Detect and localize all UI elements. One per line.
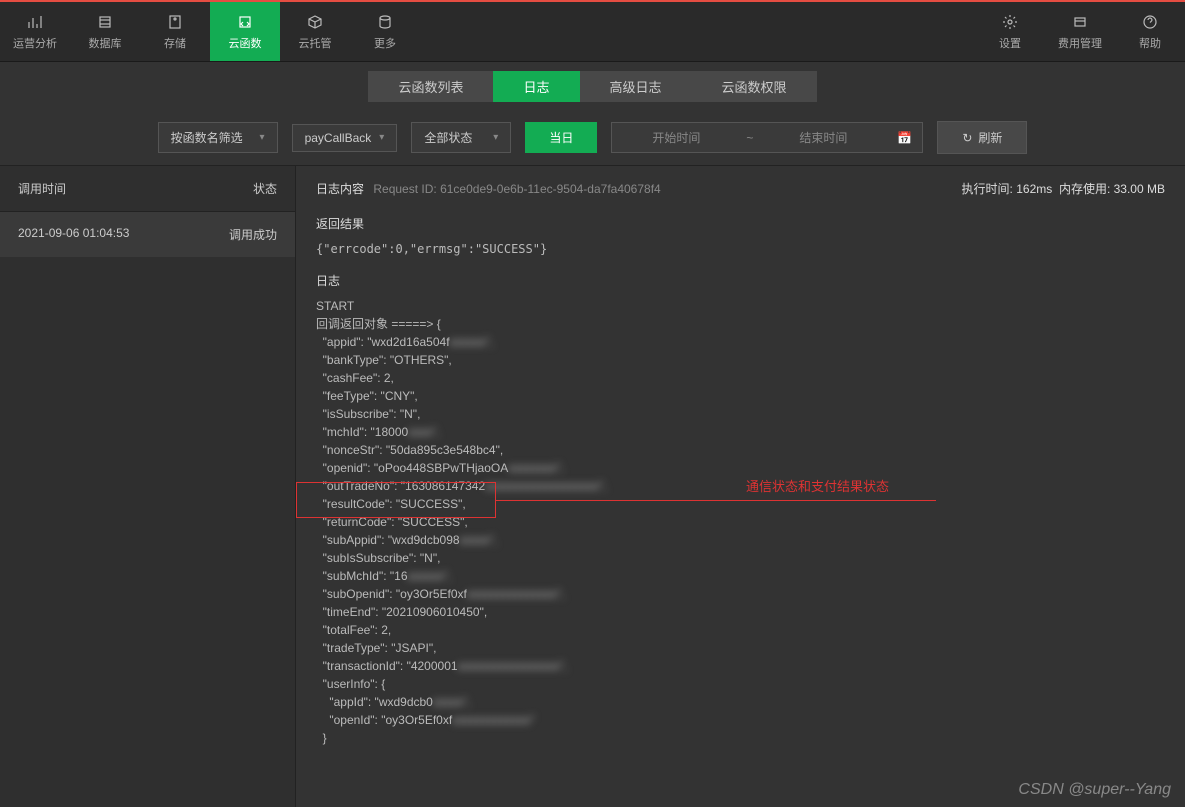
tab-fn-permissions[interactable]: 云函数权限: [692, 71, 817, 102]
log-body: START 回调返回对象 =====> { "appid": "wxd2d16a…: [316, 297, 1165, 747]
filter-row: 按函数名筛选▾ payCallBack▾ 全部状态▾ 当日 开始时间 ~ 结束时…: [0, 110, 1185, 166]
chevron-down-icon: ▾: [260, 132, 265, 143]
nav-label: 存储: [164, 35, 186, 51]
invocations-header: 调用时间 状态: [0, 166, 295, 212]
tab-fn-list[interactable]: 云函数列表: [368, 71, 493, 102]
nav-analytics[interactable]: 运营分析: [0, 2, 70, 61]
invocation-row[interactable]: 2021-09-06 01:04:53 调用成功: [0, 212, 295, 257]
nav-settings[interactable]: 设置: [975, 2, 1045, 61]
log-header-right: 执行时间: 162ms 内存使用: 33.00 MB: [962, 180, 1165, 197]
toolbar-right: 设置 费用管理 帮助: [975, 2, 1185, 61]
calendar-icon: 📅: [887, 131, 922, 145]
sub-tabs: 云函数列表 日志 高级日志 云函数权限: [0, 62, 1185, 110]
nav-cloudfn[interactable]: 云函数: [210, 2, 280, 61]
nav-billing[interactable]: 费用管理: [1045, 2, 1115, 61]
database-icon: [96, 13, 114, 31]
start-time-input[interactable]: 开始时间: [612, 123, 740, 152]
nav-label: 设置: [999, 35, 1021, 51]
col-status: 状态: [253, 180, 277, 197]
toolbar: 运营分析 数据库 存储 云函数 云托管 更多 设置 费用管理 帮助: [0, 2, 1185, 62]
nav-label: 更多: [374, 35, 396, 51]
annotation-box: [296, 482, 496, 518]
analytics-icon: [26, 13, 44, 31]
nav-label: 运营分析: [13, 35, 57, 51]
refresh-icon: ↻: [962, 131, 972, 145]
tab-logs[interactable]: 日志: [493, 71, 579, 102]
cloudfn-icon: [236, 13, 254, 31]
toolbar-left: 运营分析 数据库 存储 云函数 云托管 更多: [0, 2, 975, 61]
more-icon: [376, 13, 394, 31]
annotation-line: [496, 500, 936, 501]
nav-more[interactable]: 更多: [350, 2, 420, 61]
time-range-picker[interactable]: 开始时间 ~ 结束时间 📅: [611, 122, 923, 153]
nav-database[interactable]: 数据库: [70, 2, 140, 61]
chevron-down-icon: ▾: [379, 132, 384, 143]
return-result-label: 返回结果: [316, 215, 1165, 232]
watermark: CSDN @super--Yang: [1018, 781, 1171, 799]
invocations-panel: 调用时间 状态 2021-09-06 01:04:53 调用成功: [0, 166, 296, 807]
cloudrun-icon: [306, 13, 324, 31]
chevron-down-icon: ▾: [493, 132, 498, 143]
tab-advanced-logs[interactable]: 高级日志: [580, 71, 692, 102]
invocation-status: 调用成功: [229, 226, 277, 243]
storage-icon: [166, 13, 184, 31]
filter-by-name-dropdown[interactable]: 按函数名筛选▾: [158, 122, 278, 153]
nav-label: 数据库: [89, 35, 122, 51]
log-label: 日志: [316, 272, 1165, 289]
nav-label: 帮助: [1139, 35, 1161, 51]
nav-cloudrun[interactable]: 云托管: [280, 2, 350, 61]
log-header-left: 日志内容 Request ID: 61ce0de9-0e6b-11ec-9504…: [316, 180, 962, 197]
nav-label: 云函数: [229, 35, 262, 51]
col-time: 调用时间: [18, 180, 253, 197]
fn-name-dropdown[interactable]: payCallBack▾: [292, 124, 398, 152]
status-filter-dropdown[interactable]: 全部状态▾: [411, 122, 511, 153]
log-panel: 日志内容 Request ID: 61ce0de9-0e6b-11ec-9504…: [296, 166, 1185, 807]
end-time-input[interactable]: 结束时间: [759, 123, 887, 152]
billing-icon: [1071, 13, 1089, 31]
invocation-time: 2021-09-06 01:04:53: [18, 226, 229, 243]
return-result: {"errcode":0,"errmsg":"SUCCESS"}: [316, 240, 1165, 258]
nav-label: 费用管理: [1058, 35, 1102, 51]
refresh-button[interactable]: ↻刷新: [937, 121, 1027, 154]
annotation-text: 通信状态和支付结果状态: [746, 476, 889, 495]
help-icon: [1141, 13, 1159, 31]
nav-help[interactable]: 帮助: [1115, 2, 1185, 61]
settings-icon: [1001, 13, 1019, 31]
today-button[interactable]: 当日: [525, 122, 597, 153]
nav-storage[interactable]: 存储: [140, 2, 210, 61]
nav-label: 云托管: [299, 35, 332, 51]
